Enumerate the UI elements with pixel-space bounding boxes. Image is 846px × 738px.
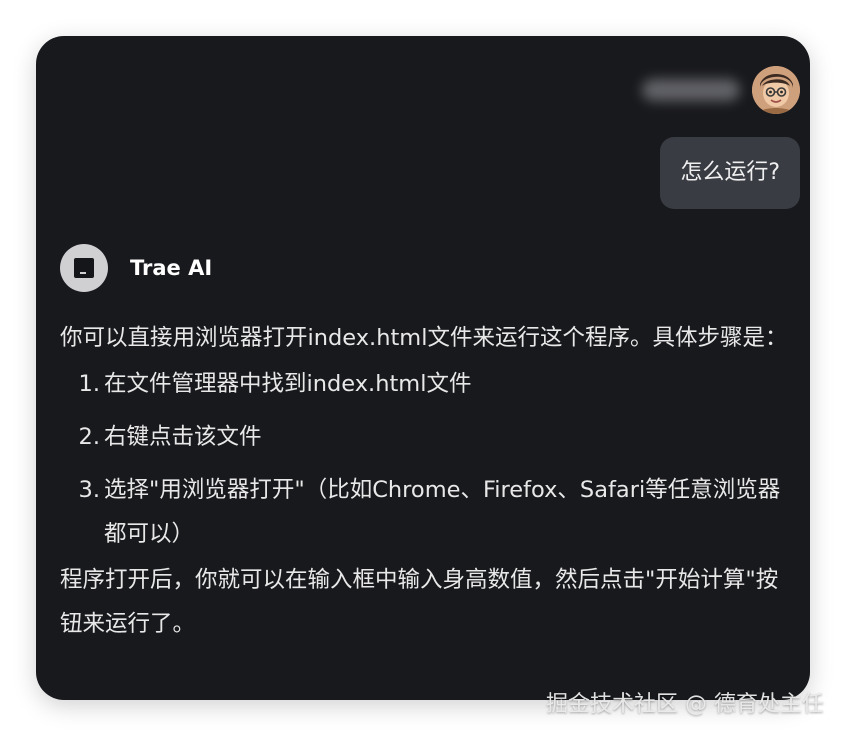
list-item: 2. 右键点击该文件 <box>60 415 788 459</box>
chat-window: 怎么运行? Trae AI 你可以直接用浏览器打开index.html文件来运行… <box>36 36 810 700</box>
list-item-number: 1. <box>78 371 100 397</box>
trae-logo-icon <box>60 244 108 292</box>
list-item: 3. 选择"用浏览器打开"（比如Chrome、Firefox、Safari等任意… <box>60 468 788 556</box>
user-header <box>642 66 800 114</box>
assistant-header: Trae AI <box>60 244 212 292</box>
watermark: 掘金技术社区 @ 德育处主任 <box>546 692 824 717</box>
assistant-name: Trae AI <box>130 256 213 280</box>
user-avatar-icon[interactable] <box>752 66 800 114</box>
list-item-text: 右键点击该文件 <box>104 424 262 450</box>
user-message-bubble: 怎么运行? <box>660 137 800 209</box>
list-item-number: 3. <box>78 477 100 503</box>
assistant-intro: 你可以直接用浏览器打开index.html文件来运行这个程序。具体步骤是： <box>60 325 788 351</box>
list-item-text: 在文件管理器中找到index.html文件 <box>104 371 472 397</box>
list-item: 1. 在文件管理器中找到index.html文件 <box>60 362 788 406</box>
assistant-outro: 程序打开后，你就可以在输入框中输入身高数值，然后点击"开始计算"按钮来运行了。 <box>60 567 779 637</box>
page: 怎么运行? Trae AI 你可以直接用浏览器打开index.html文件来运行… <box>0 0 846 738</box>
user-name-redacted <box>642 79 740 101</box>
assistant-steps-list: 1. 在文件管理器中找到index.html文件 2. 右键点击该文件 3. 选… <box>60 362 788 556</box>
list-item-number: 2. <box>78 424 100 450</box>
assistant-message: 你可以直接用浏览器打开index.html文件来运行这个程序。具体步骤是： 1.… <box>60 316 788 646</box>
user-message-text: 怎么运行? <box>680 160 780 185</box>
list-item-text: 选择"用浏览器打开"（比如Chrome、Firefox、Safari等任意浏览器… <box>104 477 781 547</box>
